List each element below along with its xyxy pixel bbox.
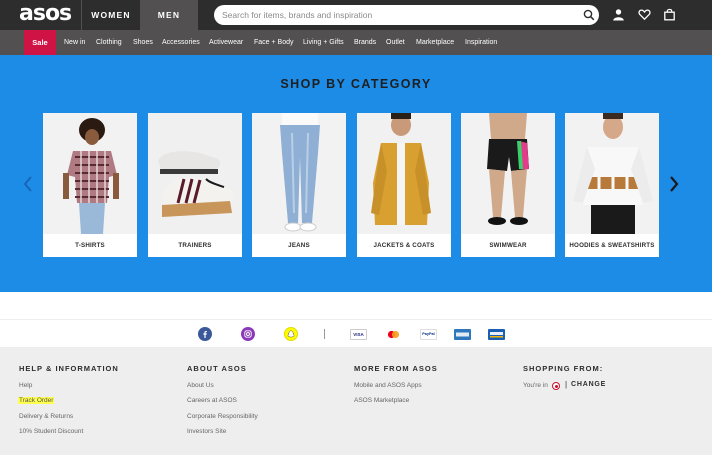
carousel-prev-arrow-icon[interactable]	[21, 173, 35, 195]
change-country-link[interactable]: CHANGE	[571, 381, 606, 388]
youre-in-label: You're in	[523, 382, 548, 389]
footer: HELP & INFORMATION Help Track Order Deli…	[0, 347, 712, 455]
swimwear-image	[461, 113, 555, 234]
t-shirts-image	[43, 113, 137, 234]
category-card-swimwear[interactable]: SWIMWEAR	[461, 113, 555, 257]
nav-item-clothing[interactable]: Clothing	[96, 30, 122, 55]
change-divider: |	[565, 380, 568, 389]
instagram-icon[interactable]	[241, 327, 255, 341]
nav-item-shoes[interactable]: Shoes	[133, 30, 153, 55]
nav-item-marketplace[interactable]: Marketplace	[416, 30, 454, 55]
visa-icon: VISA	[350, 329, 367, 340]
footer-heading-help: HELP & INFORMATION	[19, 364, 119, 373]
nav-item-activewear[interactable]: Activewear	[209, 30, 243, 55]
shop-by-category-section: SHOP BY CATEGORY T-SHIRTS TRAINERS JEANS…	[0, 55, 712, 292]
facebook-icon[interactable]	[198, 327, 212, 341]
category-card-jeans[interactable]: JEANS	[252, 113, 346, 257]
jeans-image	[252, 113, 346, 234]
nav-item-face-body[interactable]: Face + Body	[254, 30, 294, 55]
tab-women[interactable]: WOMEN	[81, 0, 140, 30]
footer-link-mobile-apps[interactable]: Mobile and ASOS Apps	[354, 382, 422, 389]
paypal-icon: PayPal	[420, 329, 437, 340]
footer-link-track-order[interactable]: Track Order	[18, 397, 55, 404]
category-nav: Sale New in Clothing Shoes Accessories A…	[0, 30, 712, 55]
hoodies-sweatshirts-image	[565, 113, 659, 234]
category-label: SWIMWEAR	[489, 242, 527, 249]
nav-item-living-gifts[interactable]: Living + Gifts	[303, 30, 344, 55]
category-card-hoodies-sweatshirts[interactable]: HOODIES & SWEATSHIRTS	[565, 113, 659, 257]
footer-link-about-us[interactable]: About Us	[187, 382, 214, 389]
footer-link-corporate-responsibility[interactable]: Corporate Responsibility	[187, 413, 258, 420]
category-label: HOODIES & SWEATSHIRTS	[569, 242, 655, 249]
footer-link-delivery-returns[interactable]: Delivery & Returns	[19, 413, 73, 420]
trainers-image	[148, 113, 242, 234]
carousel-next-arrow-icon[interactable]	[667, 173, 681, 195]
category-label: TRAINERS	[178, 242, 212, 249]
social-payment-divider	[324, 329, 325, 339]
section-title: SHOP BY CATEGORY	[280, 77, 432, 91]
footer-link-marketplace[interactable]: ASOS Marketplace	[354, 397, 409, 404]
search-icon[interactable]	[583, 9, 595, 21]
social-payment-row: VISA PayPal	[0, 319, 712, 347]
footer-link-investors[interactable]: Investors Site	[187, 428, 226, 435]
footer-link-careers[interactable]: Careers at ASOS	[187, 397, 237, 404]
category-label: T-SHIRTS	[75, 242, 105, 249]
amex-icon	[454, 329, 471, 340]
category-label: JEANS	[288, 242, 310, 249]
category-card-jackets-coats[interactable]: JACKETS & COATS	[357, 113, 451, 257]
snapchat-icon[interactable]	[284, 327, 298, 341]
nav-item-sale[interactable]: Sale	[24, 30, 56, 55]
heart-icon[interactable]	[638, 8, 651, 21]
country-flag-icon	[552, 382, 560, 390]
account-icon[interactable]	[612, 8, 625, 21]
search-input[interactable]	[214, 5, 599, 25]
category-card-trainers[interactable]: TRAINERS	[148, 113, 242, 257]
mastercard-icon	[385, 329, 402, 340]
footer-link-student-discount[interactable]: 10% Student Discount	[19, 428, 83, 435]
bag-icon[interactable]	[663, 8, 676, 21]
tab-men[interactable]: MEN	[140, 0, 198, 30]
footer-link-help[interactable]: Help	[19, 382, 32, 389]
nav-item-outlet[interactable]: Outlet	[386, 30, 405, 55]
top-header: asos WOMEN MEN	[0, 0, 712, 30]
jackets-coats-image	[357, 113, 451, 234]
footer-heading-more: MORE FROM ASOS	[354, 364, 438, 373]
nav-item-inspiration[interactable]: Inspiration	[465, 30, 497, 55]
nav-item-new-in[interactable]: New in	[64, 30, 85, 55]
nav-item-brands[interactable]: Brands	[354, 30, 376, 55]
category-card-t-shirts[interactable]: T-SHIRTS	[43, 113, 137, 257]
asos-logo[interactable]: asos	[19, 3, 72, 25]
visa-electron-icon	[488, 329, 505, 340]
footer-heading-about: ABOUT ASOS	[187, 364, 247, 373]
footer-heading-shopping-from: SHOPPING FROM:	[523, 364, 604, 373]
category-label: JACKETS & COATS	[373, 242, 435, 249]
nav-item-accessories[interactable]: Accessories	[162, 30, 200, 55]
